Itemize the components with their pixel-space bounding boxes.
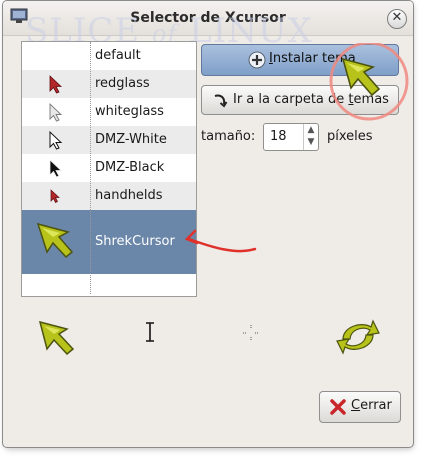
close-button[interactable]: Cerrar bbox=[319, 391, 401, 423]
xcursor-window: Selector de Xcursor ✕ SLICE of LINUX def… bbox=[2, 0, 414, 448]
plus-icon bbox=[248, 51, 266, 69]
spin-up-icon[interactable]: ▲ bbox=[304, 124, 318, 136]
icon-column-divider bbox=[22, 42, 91, 294]
size-spinbutton[interactable]: 18 ▲ ▼ bbox=[263, 123, 319, 151]
theme-name: ShrekCursor bbox=[95, 234, 175, 249]
size-label: tamaño: bbox=[201, 129, 256, 144]
size-unit-label: píxeles bbox=[327, 129, 373, 144]
preview-busy-swirl-icon bbox=[336, 319, 380, 355]
red-x-icon bbox=[330, 399, 346, 415]
green-cursor-icon bbox=[341, 57, 381, 97]
spin-down-icon[interactable]: ▼ bbox=[304, 136, 318, 148]
close-icon: ✕ bbox=[391, 10, 403, 25]
annotation-arrow bbox=[184, 229, 257, 253]
preview-arrow-icon bbox=[38, 320, 75, 356]
theme-name: DMZ-Black bbox=[95, 160, 165, 175]
theme-name: DMZ-White bbox=[95, 132, 167, 147]
folder-arrow-icon bbox=[214, 94, 228, 108]
size-value: 18 bbox=[270, 129, 287, 144]
theme-name: handhelds bbox=[95, 188, 163, 203]
theme-name: default bbox=[95, 48, 141, 63]
close-label: Cerrar bbox=[351, 398, 392, 413]
theme-name: redglass bbox=[95, 76, 150, 91]
preview-crosshair-icon bbox=[243, 325, 259, 341]
theme-list[interactable]: default redglass whiteglass DMZ-White DM… bbox=[21, 41, 197, 297]
theme-name: whiteglass bbox=[95, 104, 164, 119]
spin-arrows[interactable]: ▲ ▼ bbox=[303, 124, 318, 150]
preview-text-cursor-icon bbox=[146, 322, 154, 342]
window-close-button[interactable]: ✕ bbox=[387, 9, 407, 29]
